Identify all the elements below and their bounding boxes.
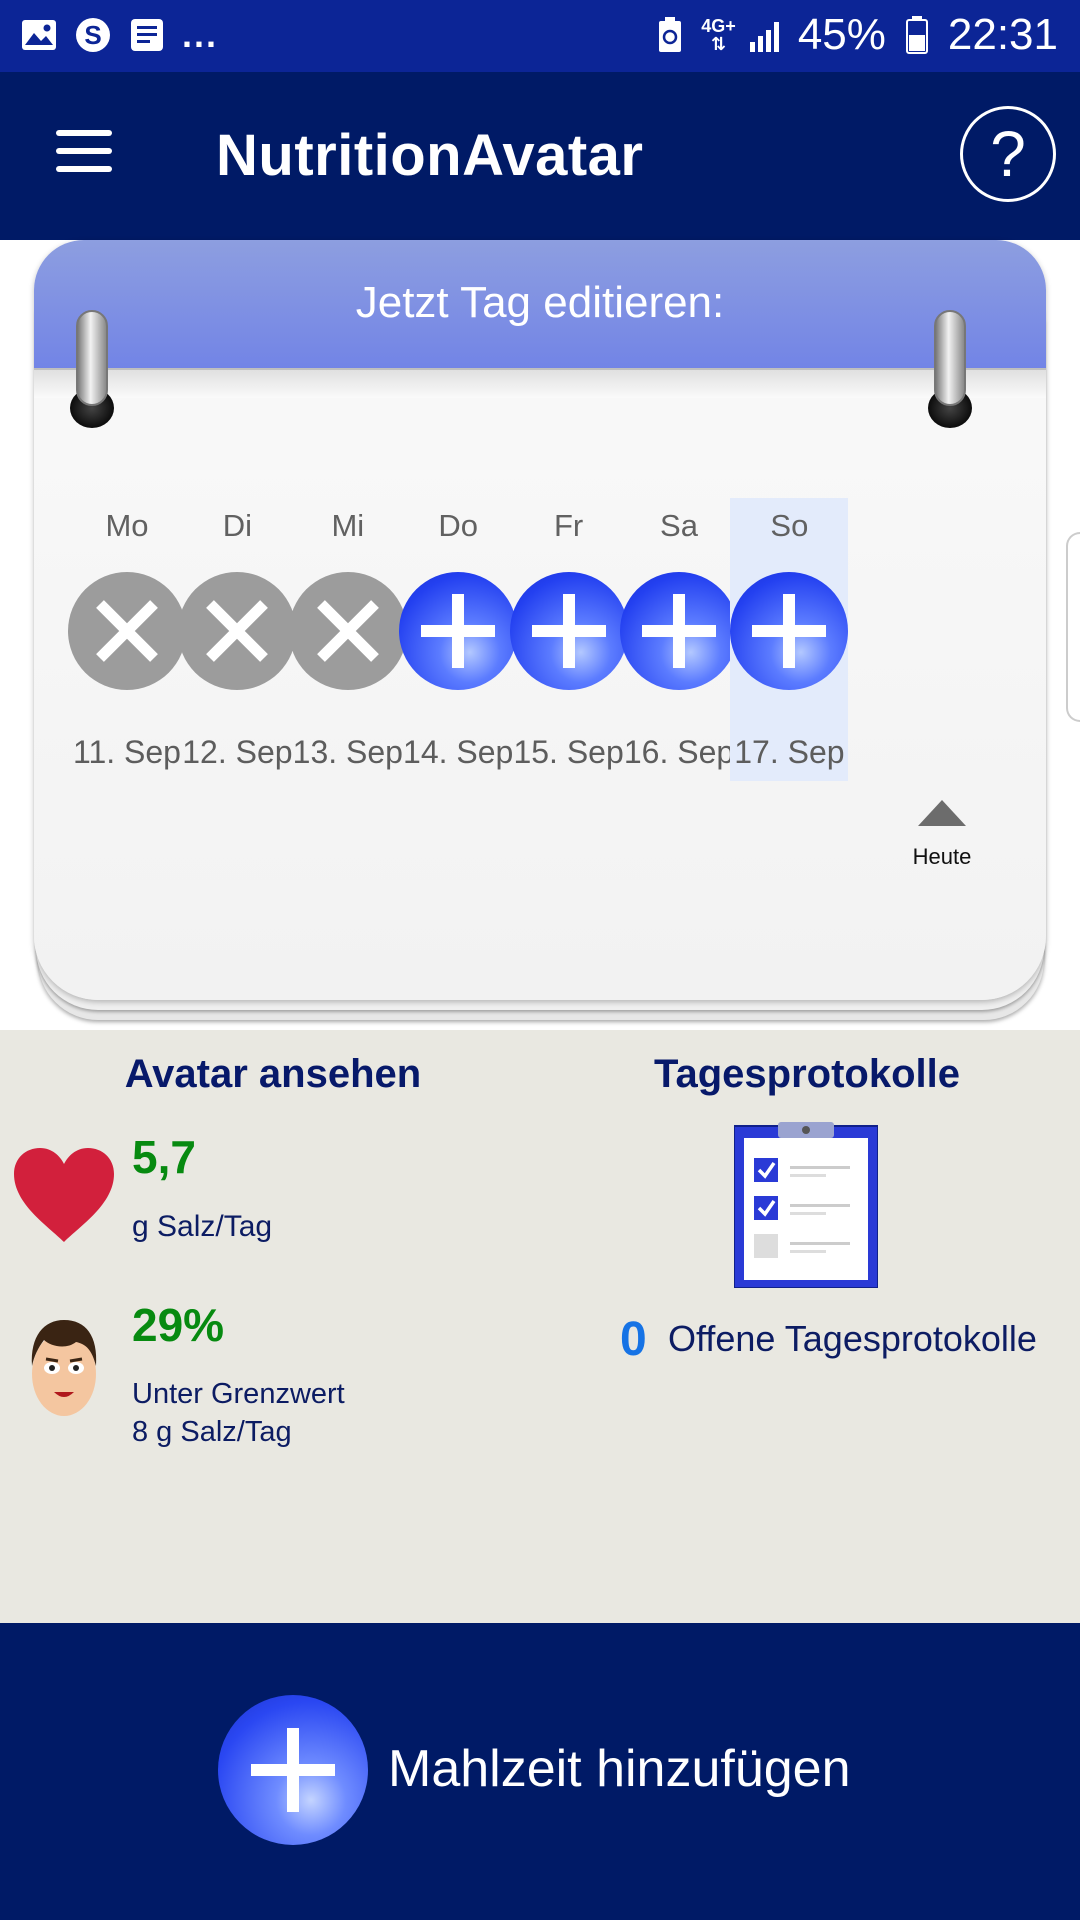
today-label: Heute [912,844,972,869]
add-meal-label[interactable]: Mahlzeit hinzufügen [388,1739,851,1799]
network-type: 4G+ ⇅ [701,17,736,53]
help-button[interactable]: ? [960,106,1056,202]
open-protocols-label: Offene Tagesprotokolle [668,1318,1037,1359]
calendar-binding [34,368,1046,398]
day-name: Fr [553,508,584,543]
salt-value: 5,7 [132,1131,196,1183]
data-arrows-icon: ⇅ [711,34,727,54]
app-title: NutritionAvatar [216,123,644,188]
day-date: 17. Sep [734,734,845,770]
status-bar: S ... 4G+ ⇅ 45% 22:31 [0,0,1080,72]
day-add-button[interactable] [399,572,518,690]
app-bar: NutritionAvatar ? [0,72,1080,240]
system-status: 4G+ ⇅ 45% 22:31 [651,10,1058,60]
add-meal-button[interactable] [218,1695,368,1845]
day-name: Di [222,508,253,543]
question-mark-icon: ? [990,118,1026,190]
day-name: Mo [105,508,149,543]
network-type-label: 4G+ [701,16,736,36]
percent-value: 29% [132,1299,225,1351]
day-closed-button[interactable] [178,572,297,690]
calendar-sheet: Jetzt Tag editieren: Mo 11. Sep Di 12. Sep M… [34,240,1046,1000]
close-icon [206,600,269,662]
hamburger-menu-icon[interactable] [46,124,116,184]
view-avatar-link[interactable]: Avatar ansehen [50,1052,496,1097]
calendar-header: Jetzt Tag editieren: [34,240,1046,370]
svg-text:S: S [84,20,101,50]
notification-icons: S ... [20,16,218,54]
binder-ring-icon [928,310,972,428]
battery-saver-icon [651,16,689,54]
calendar-header-title: Jetzt Tag editieren: [355,278,725,327]
limit-text: Unter Grenzwert [132,1378,345,1410]
bottom-bar: Mahlzeit hinzufügen [0,1623,1080,1920]
image-icon [20,16,58,54]
today-arrow-icon [918,800,966,826]
day-column-so[interactable]: So 17. Sep [730,498,849,781]
day-closed-button[interactable] [288,572,407,690]
day-add-button[interactable] [509,572,628,690]
news-icon [128,16,166,54]
battery-percent: 45% [797,10,886,59]
day-name: Mi [331,508,365,543]
day-name: Do [438,508,478,543]
close-icon [96,600,158,662]
plus-icon [421,594,496,668]
clock: 22:31 [947,10,1058,59]
binder-ring-icon [70,310,114,428]
week-calendar: Jetzt Tag editieren: Mo 11. Sep Di 12. Sep M… [0,240,1080,1030]
open-protocols-count: 0 [620,1313,647,1366]
plus-icon [752,594,827,668]
signal-icon [748,16,786,54]
battery-icon [898,16,936,54]
limit-amount: 8 g Salz/Tag [132,1416,292,1448]
day-name: Sa [660,508,698,543]
clipboard-checklist-icon[interactable] [734,1122,878,1288]
salt-unit: g Salz/Tag [132,1210,273,1243]
daily-protocols-link[interactable]: Tagesprotokolle [604,1052,1010,1097]
side-drawer-handle[interactable] [1066,532,1080,722]
plus-icon [531,594,606,668]
close-icon [316,600,379,662]
avatar-face-icon [31,1320,97,1416]
heart-icon [14,1148,114,1242]
day-closed-button[interactable] [68,572,186,690]
day-name: So [770,508,809,543]
plus-icon [642,594,716,668]
day-add-button[interactable] [620,572,738,690]
more-notifications-indicator: ... [182,14,219,55]
skype-icon: S [74,16,112,54]
day-add-button[interactable] [730,572,849,690]
plus-icon [251,1728,335,1812]
summary-panel: Avatar ansehen 5,7 g Salz/Tag 29% Unter … [0,1030,1080,1623]
